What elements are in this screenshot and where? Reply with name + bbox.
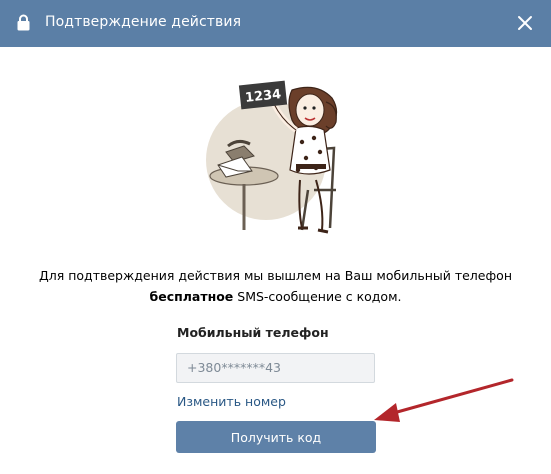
lock-icon — [17, 14, 30, 31]
confirmation-dialog: Подтверждение действия 1234 Для подтверж… — [0, 0, 551, 474]
message-part1: Для подтверждения действия мы вышлем на … — [38, 268, 512, 283]
phone-label: Мобильный телефон — [177, 325, 329, 340]
message-bold: бесплатное — [149, 289, 234, 304]
message-part2: SMS-сообщение с кодом. — [233, 289, 402, 304]
phone-field[interactable]: +380*******43 — [176, 353, 375, 383]
info-message: Для подтверждения действия мы вышлем на … — [20, 265, 531, 307]
dialog-header: Подтверждение действия — [0, 0, 551, 47]
sms-illustration: 1234 — [206, 80, 338, 234]
close-icon[interactable] — [516, 14, 534, 32]
red-arrow-annotation — [374, 378, 514, 422]
change-number-link[interactable]: Изменить номер — [177, 394, 286, 409]
dialog-title: Подтверждение действия — [45, 14, 242, 30]
get-code-button[interactable]: Получить код — [176, 421, 376, 453]
